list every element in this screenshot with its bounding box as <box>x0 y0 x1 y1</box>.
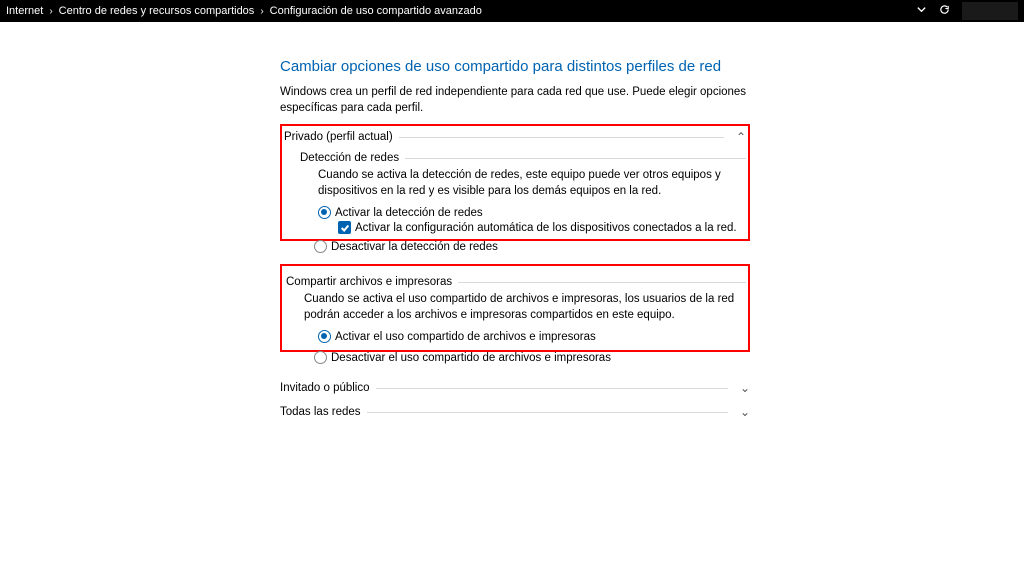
profile-private-label: Privado (perfil actual) <box>284 131 393 143</box>
discovery-desc: Cuando se activa la detección de redes, … <box>318 168 746 199</box>
radio-discovery-on[interactable]: Activar la detección de redes <box>318 205 746 220</box>
breadcrumb[interactable]: Centro de redes y recursos compartidos <box>59 5 255 17</box>
chevron-up-icon: ⌃ <box>730 130 746 144</box>
chevron-down-icon[interactable] <box>916 4 927 18</box>
breadcrumb[interactable]: Internet <box>6 5 43 17</box>
refresh-icon[interactable] <box>939 4 950 18</box>
intro-text: Windows crea un perfil de red independie… <box>280 85 750 116</box>
breadcrumb-separator: › <box>260 6 263 17</box>
checkbox-auto-config[interactable]: Activar la configuración automática de l… <box>338 220 746 235</box>
highlight-discovery: Privado (perfil actual) ⌃ Detección de r… <box>280 124 750 241</box>
radio-sharing-off[interactable]: Desactivar el uso compartido de archivos… <box>314 350 750 365</box>
chevron-down-icon: ⌄ <box>734 381 750 395</box>
profile-all-label: Todas las redes <box>280 406 361 418</box>
radio-sharing-on[interactable]: Activar el uso compartido de archivos e … <box>318 329 746 344</box>
search-input[interactable] <box>962 2 1018 20</box>
section-sharing-label: Compartir archivos e impresoras <box>286 276 746 288</box>
profile-all-header[interactable]: Todas las redes ⌄ <box>280 403 750 421</box>
address-bar: Internet › Centro de redes y recursos co… <box>0 0 1024 22</box>
radio-icon <box>314 351 327 364</box>
radio-icon <box>314 240 327 253</box>
profile-guest-label: Invitado o público <box>280 382 370 394</box>
chevron-down-icon: ⌄ <box>734 405 750 419</box>
profile-private-header[interactable]: Privado (perfil actual) ⌃ <box>284 128 746 146</box>
breadcrumb[interactable]: Configuración de uso compartido avanzado <box>270 5 482 17</box>
section-discovery-label: Detección de redes <box>300 152 746 164</box>
radio-discovery-off[interactable]: Desactivar la detección de redes <box>314 239 750 254</box>
highlight-sharing: Compartir archivos e impresoras Cuando s… <box>280 264 750 352</box>
breadcrumb-separator: › <box>49 6 52 17</box>
profile-guest-header[interactable]: Invitado o público ⌄ <box>280 379 750 397</box>
radio-icon <box>318 330 331 343</box>
sharing-desc: Cuando se activa el uso compartido de ar… <box>304 292 746 323</box>
page-title: Cambiar opciones de uso compartido para … <box>280 58 750 75</box>
radio-icon <box>318 206 331 219</box>
checkbox-icon <box>338 221 351 234</box>
